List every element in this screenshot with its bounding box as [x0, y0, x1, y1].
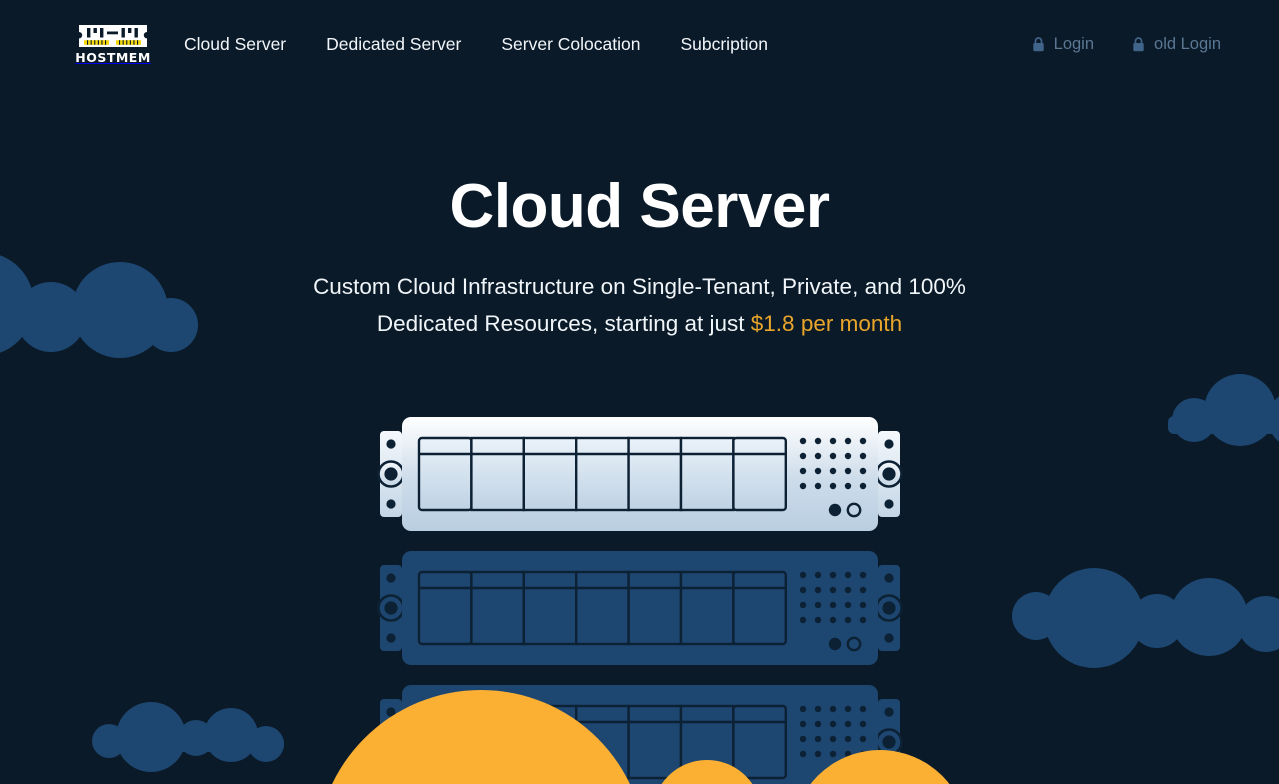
- old-login-link-label: old Login: [1154, 34, 1221, 53]
- drive-bay-group: [417, 704, 787, 780]
- vent-dot-grid: [799, 705, 866, 758]
- server-rack-illustration: [0, 414, 1279, 784]
- hero-section: Cloud Server Custom Cloud Infrastructure…: [0, 88, 1279, 342]
- rack-ear-right: [874, 431, 903, 517]
- cloud-lower-left: [92, 700, 288, 772]
- status-leds: [828, 636, 861, 652]
- rack-ear-left: [376, 431, 405, 517]
- auth-links-group: Login old Login: [1032, 35, 1221, 54]
- rack-ear-left: [376, 565, 405, 651]
- drive-bay-group: [417, 570, 787, 646]
- status-leds: [828, 502, 861, 518]
- hero-subtitle: Custom Cloud Infrastructure on Single-Te…: [300, 269, 980, 342]
- lock-icon: [1132, 36, 1145, 52]
- server-unit-3: [376, 685, 903, 784]
- vent-dot-grid: [799, 571, 866, 624]
- ram-memory-module-icon: [77, 23, 149, 49]
- brand-logo[interactable]: HOSTMEM: [75, 23, 151, 66]
- server-unit-2: [376, 551, 903, 665]
- hero-price-highlight: $1.8 per month: [750, 310, 903, 336]
- brand-wordmark: HOSTMEM: [75, 50, 151, 66]
- nav-link-subcription[interactable]: Subcription: [680, 28, 768, 61]
- cloud-lower-right: [1012, 562, 1279, 668]
- accent-sphere-medium: [792, 750, 968, 784]
- rack-ear-right: [874, 699, 903, 784]
- login-link-label: Login: [1053, 34, 1095, 53]
- main-navigation: Cloud Server Dedicated Server Server Col…: [184, 28, 768, 61]
- lock-icon: [1032, 36, 1045, 52]
- nav-link-server-colocation[interactable]: Server Colocation: [501, 28, 640, 61]
- accent-sphere-small: [652, 760, 762, 784]
- vent-dot-grid: [799, 437, 866, 490]
- server-unit-1: [376, 417, 903, 531]
- cloud-upper-right: [1168, 372, 1279, 448]
- nav-link-dedicated-server[interactable]: Dedicated Server: [326, 28, 461, 61]
- rack-ear-right: [874, 565, 903, 651]
- hero-subtitle-line-1: Custom Cloud Infrastructure on Single-Te…: [313, 274, 903, 300]
- status-leds: [828, 770, 861, 784]
- drive-bay-group: [417, 436, 787, 512]
- site-header: HOSTMEM Cloud Server Dedicated Server Se…: [0, 0, 1279, 88]
- page-title: Cloud Server: [449, 172, 830, 241]
- accent-sphere-large: [316, 690, 646, 784]
- rack-ear-left: [376, 699, 405, 784]
- nav-link-cloud-server[interactable]: Cloud Server: [184, 28, 286, 61]
- old-login-link[interactable]: old Login: [1132, 35, 1221, 54]
- login-link[interactable]: Login: [1032, 35, 1094, 54]
